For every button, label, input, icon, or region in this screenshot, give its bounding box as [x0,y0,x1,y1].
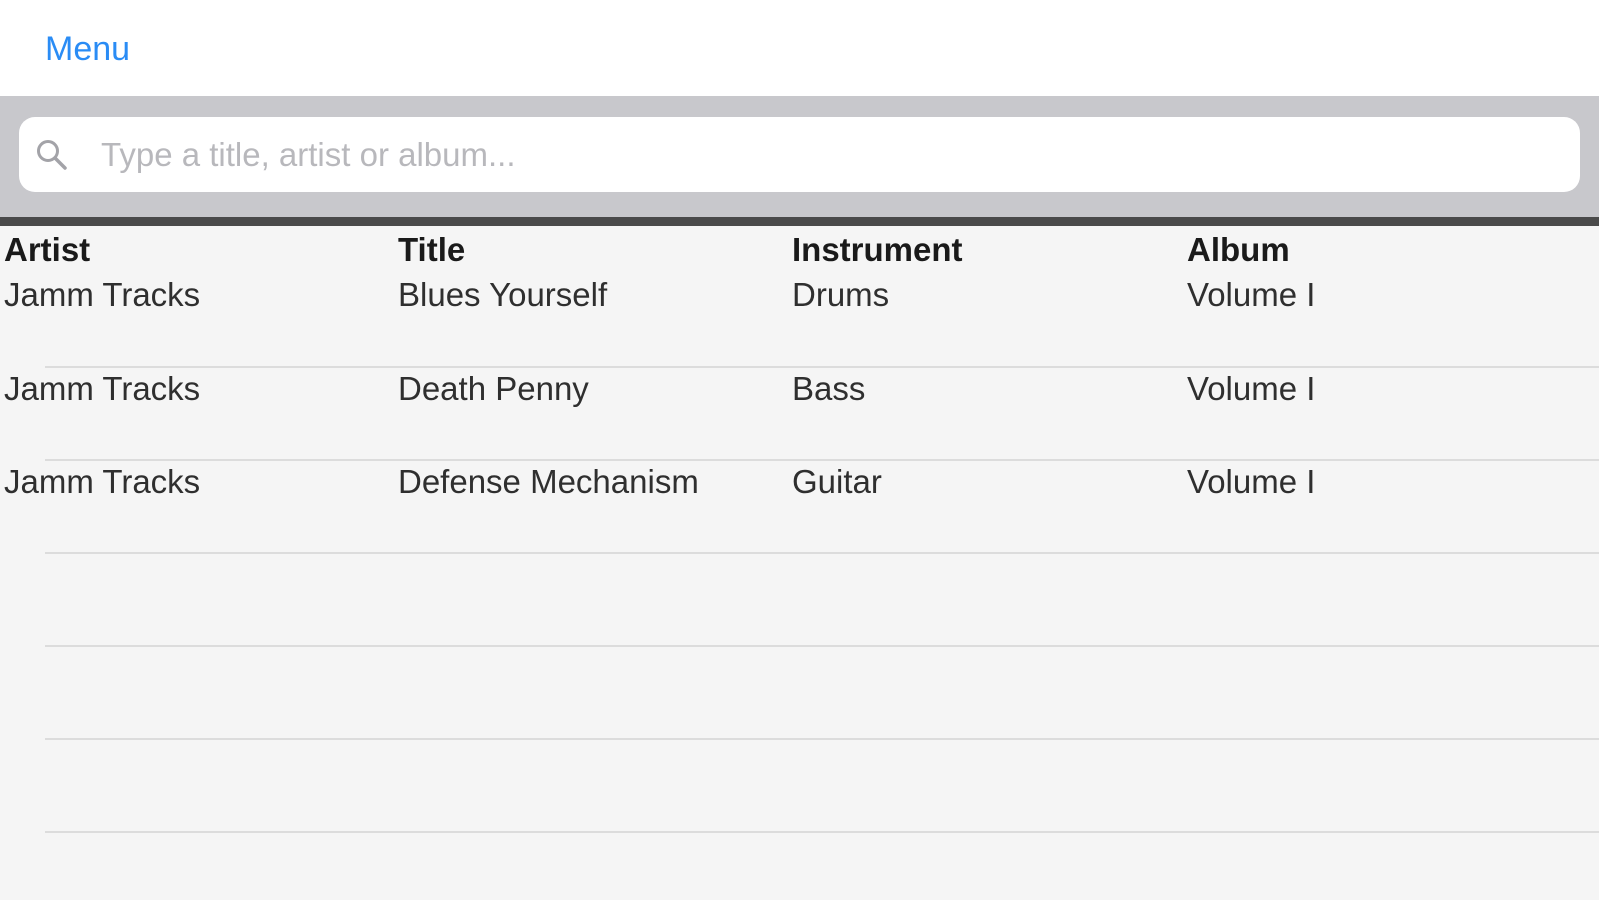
row-separator [45,831,1599,833]
search-field[interactable] [19,117,1580,192]
cell-title: Defense Mechanism [398,463,699,500]
cell-artist: Jamm Tracks [4,370,201,407]
empty-row [0,740,1599,834]
cell-instrument: Guitar [792,463,882,500]
cell-title: Death Penny [398,370,589,407]
table-row[interactable]: Jamm Tracks Blues Yourself Drums Volume … [0,274,1599,368]
cell-artist: Jamm Tracks [4,276,201,313]
search-bar [0,96,1599,217]
empty-row [0,647,1599,741]
table-row[interactable]: Jamm Tracks Death Penny Bass Volume I [0,368,1599,462]
table-row[interactable]: Jamm Tracks Defense Mechanism Guitar Vol… [0,461,1599,555]
cell-instrument: Bass [792,370,866,407]
search-icon [37,140,67,170]
column-header-album[interactable]: Album [1187,231,1290,269]
cell-instrument: Drums [792,276,890,313]
cell-album: Volume I [1187,370,1316,407]
cell-title: Blues Yourself [398,276,608,313]
column-header-instrument[interactable]: Instrument [792,231,963,269]
empty-row [0,554,1599,648]
column-header-title[interactable]: Title [398,231,465,269]
menu-button[interactable]: Menu [45,30,130,69]
header-divider [0,217,1599,226]
cell-album: Volume I [1187,276,1316,313]
search-input[interactable] [101,117,1561,192]
cell-album: Volume I [1187,463,1316,500]
table-header: Artist Title Instrument Album [0,226,1599,274]
column-header-artist[interactable]: Artist [4,231,90,269]
cell-artist: Jamm Tracks [4,463,201,500]
top-bar: Menu [0,0,1599,96]
